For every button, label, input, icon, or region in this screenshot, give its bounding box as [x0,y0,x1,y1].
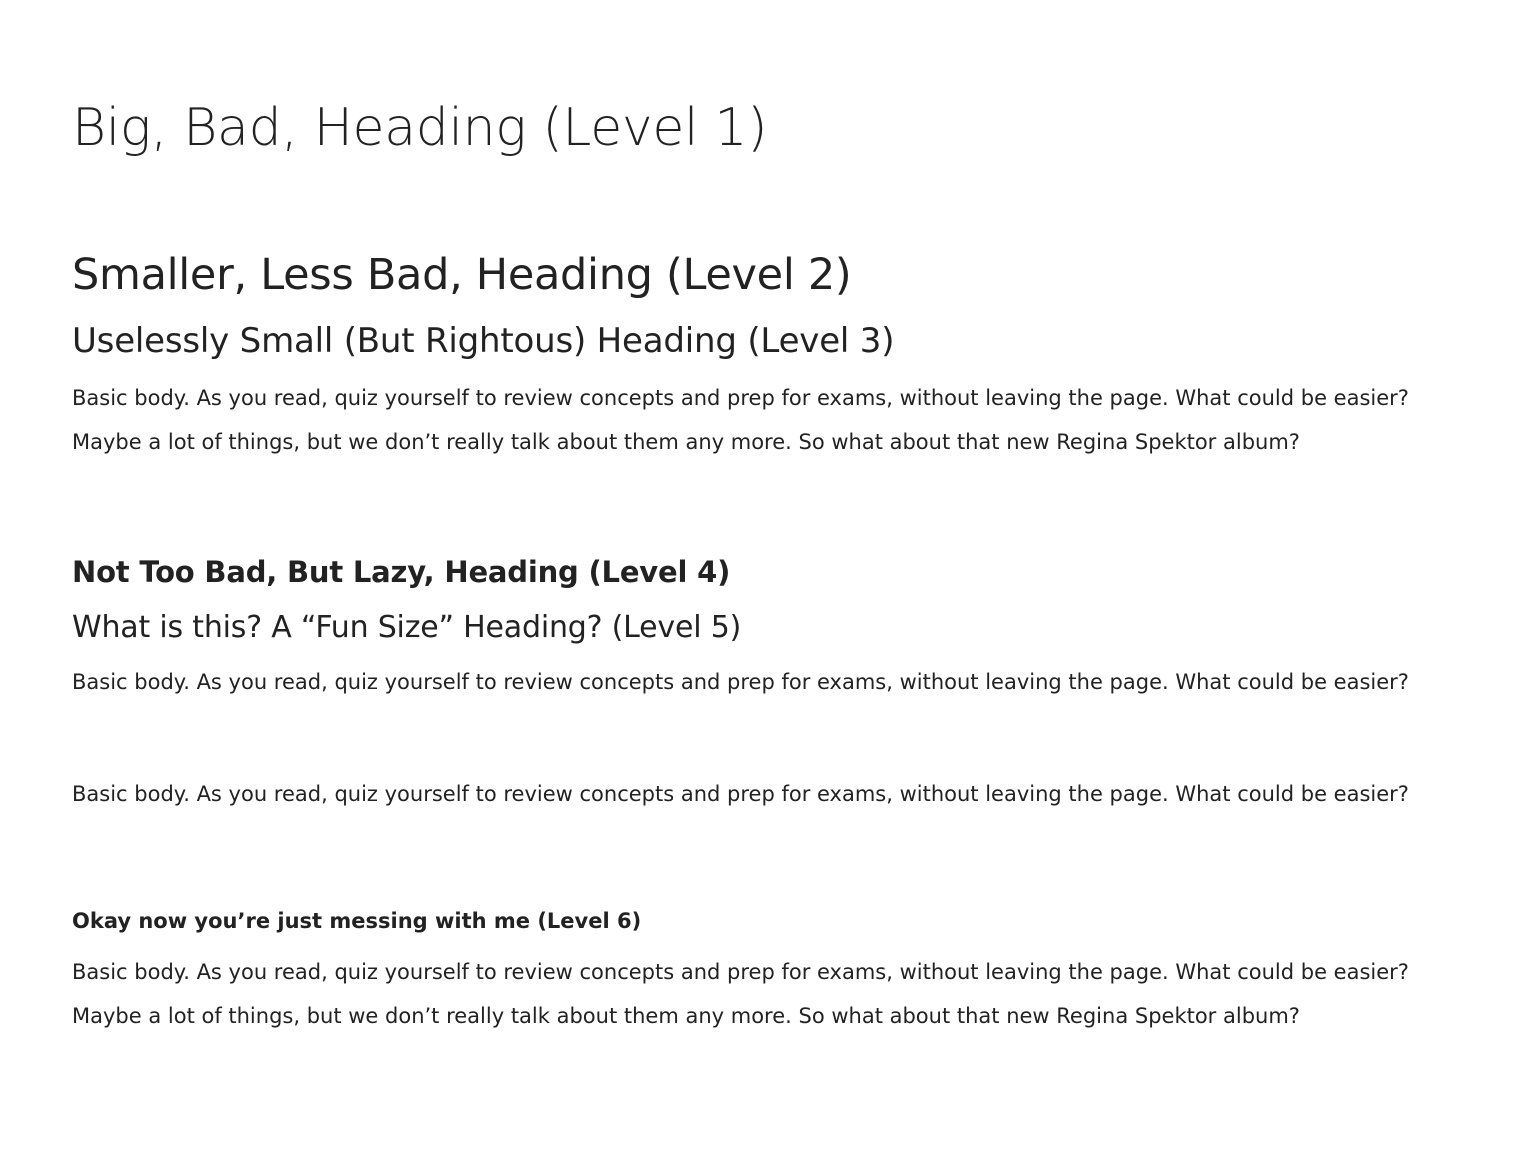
heading-level-3: Uselessly Small (But Rightous) Heading (… [72,321,895,361]
heading-level-1: Big, Bad, Heading (Level 1) [72,98,768,158]
heading-level-5: What is this? A “Fun Size” Heading? (Lev… [72,610,742,645]
heading-level-2: Smaller, Less Bad, Heading (Level 2) [72,250,852,300]
body-paragraph-4: Basic body. As you read, quiz yourself t… [72,960,1409,1028]
body-paragraph-1: Basic body. As you read, quiz yourself t… [72,386,1409,454]
heading-level-6: Okay now you’re just messing with me (Le… [72,909,642,933]
body-paragraph-2: Basic body. As you read, quiz yourself t… [72,670,1409,694]
body-paragraph-3: Basic body. As you read, quiz yourself t… [72,782,1409,806]
typography-page: Big, Bad, Heading (Level 1) Smaller, Les… [0,0,1520,1160]
heading-level-4: Not Too Bad, But Lazy, Heading (Level 4) [72,555,731,589]
